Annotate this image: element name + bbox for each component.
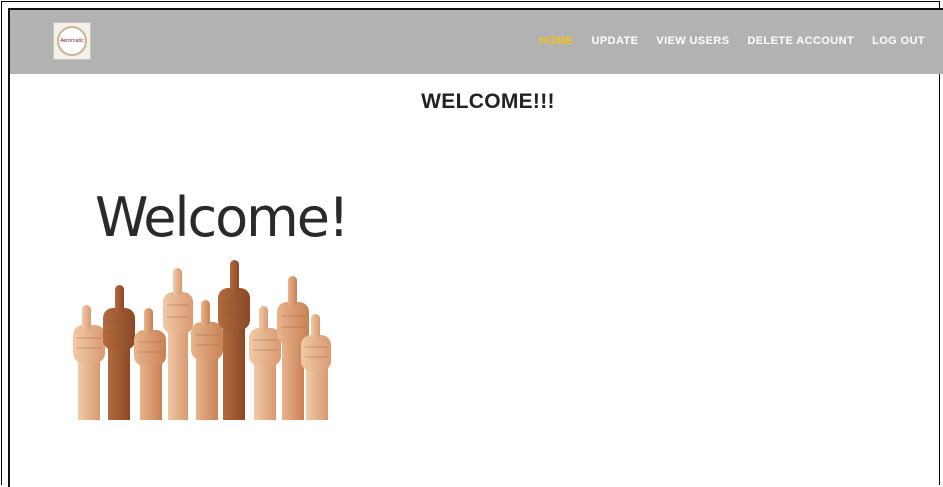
nav-item-update[interactable]: UPDATE xyxy=(592,35,639,47)
thumbs-up-hands-icon xyxy=(73,260,331,420)
logo-text: Aeromatic xyxy=(60,38,84,44)
nav-item-view-users[interactable]: VIEW USERS xyxy=(656,35,729,47)
nav-item-log-out[interactable]: LOG OUT xyxy=(872,35,925,47)
logo-icon: Aeromatic xyxy=(57,26,87,56)
logo[interactable]: Aeromatic xyxy=(53,22,91,60)
page-title: WELCOME!!! xyxy=(421,90,555,113)
content-left-border xyxy=(8,74,10,487)
main-nav: HOME UPDATE VIEW USERS DELETE ACCOUNT LO… xyxy=(539,35,925,47)
top-navbar: Aeromatic HOME UPDATE VIEW USERS DELETE … xyxy=(8,8,943,74)
nav-item-home[interactable]: HOME xyxy=(539,35,574,47)
nav-item-delete-account[interactable]: DELETE ACCOUNT xyxy=(747,35,854,47)
